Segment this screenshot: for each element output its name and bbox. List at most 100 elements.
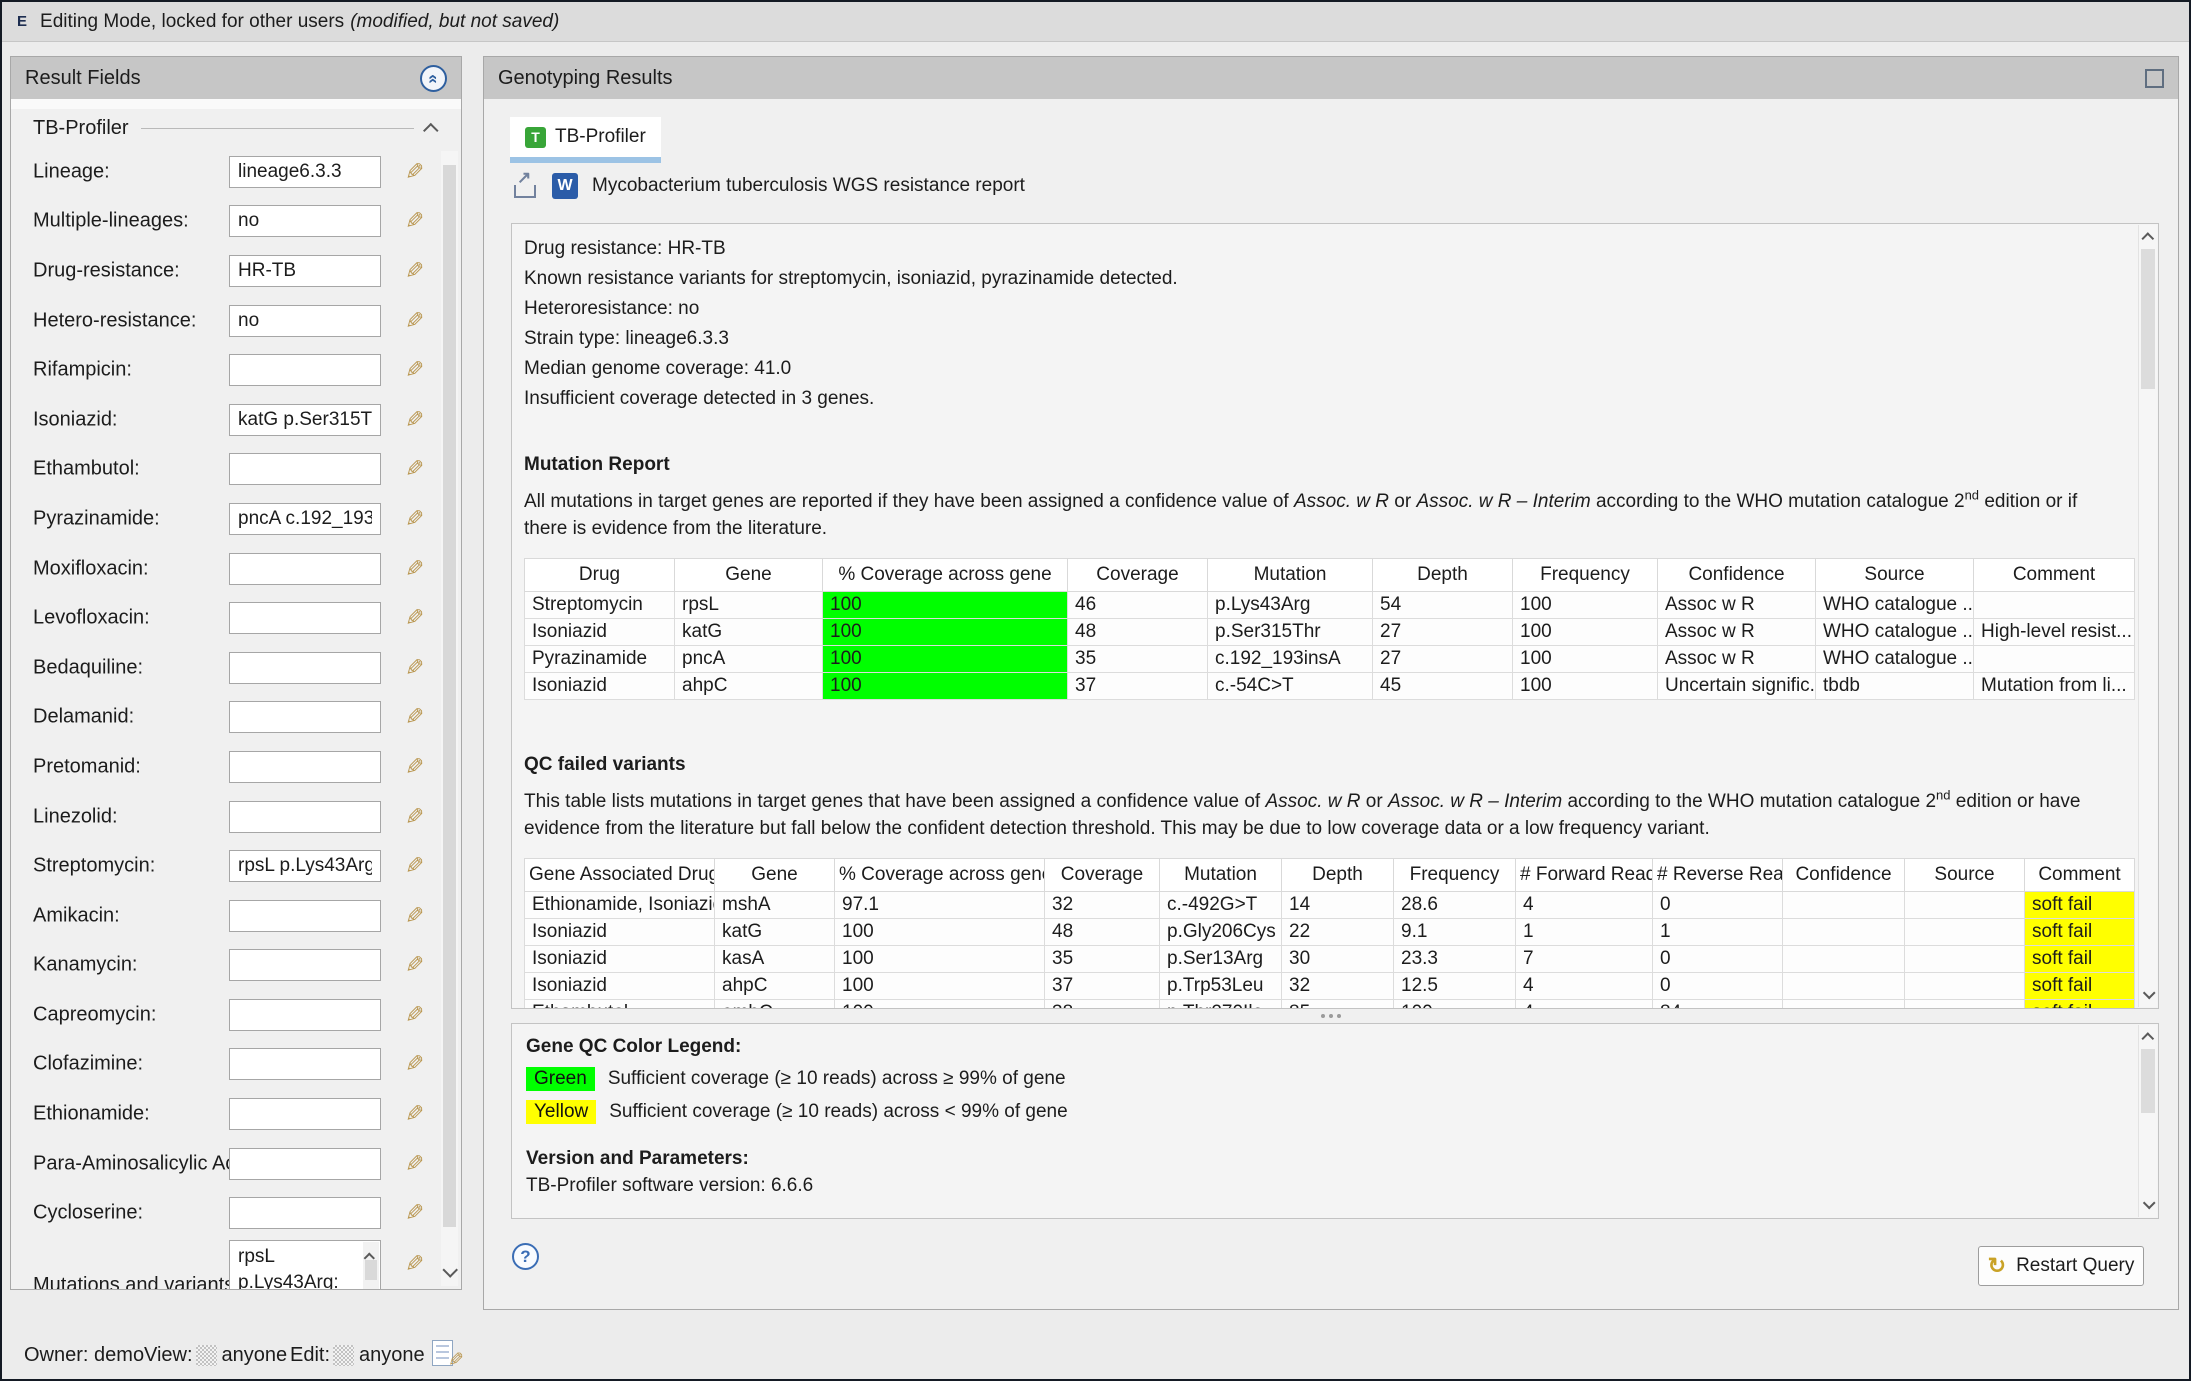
scrollbar-thumb[interactable] <box>2141 249 2155 389</box>
edit-label: Edit: <box>290 1344 330 1367</box>
edit-pencil-icon[interactable]: ✎ <box>405 505 424 532</box>
field-input-ethionamide[interactable] <box>229 1098 381 1130</box>
edit-pencil-icon[interactable]: ✎ <box>405 257 424 284</box>
edit-pencil-icon[interactable]: ✎ <box>405 555 424 582</box>
edit-pencil-icon[interactable]: ✎ <box>405 952 424 979</box>
field-textarea-mutations-and-variants[interactable]: rpsLp.Lys43Arg: <box>229 1240 381 1289</box>
column-header[interactable]: Frequency <box>1394 859 1516 892</box>
column-header[interactable]: Gene <box>675 559 823 592</box>
column-header[interactable]: Source <box>1816 559 1974 592</box>
field-input-capreomycin[interactable] <box>229 999 381 1031</box>
edit-pencil-icon[interactable]: ✎ <box>405 158 424 185</box>
column-header[interactable]: Depth <box>1373 559 1513 592</box>
fields-scrollbar[interactable] <box>441 151 458 1286</box>
chevron-down-icon[interactable] <box>2142 986 2155 999</box>
help-icon[interactable]: ? <box>512 1243 539 1270</box>
column-header[interactable]: % Coverage across gene <box>835 859 1045 892</box>
chevron-up-icon[interactable] <box>2141 232 2154 245</box>
field-input-moxifloxacin[interactable] <box>229 553 381 585</box>
field-input-isoniazid[interactable] <box>229 404 381 436</box>
column-header[interactable]: # Reverse Rea... <box>1653 859 1783 892</box>
scrollbar-thumb[interactable] <box>365 1260 377 1280</box>
report-scrollbar[interactable] <box>2138 225 2157 1007</box>
field-input-drug-resistance[interactable] <box>229 255 381 287</box>
edit-pencil-icon[interactable]: ✎ <box>405 1200 424 1227</box>
column-header[interactable]: # Forward Reads <box>1516 859 1653 892</box>
maximize-icon[interactable] <box>2145 69 2164 88</box>
field-input-para-aminosalicylic-acid[interactable] <box>229 1148 381 1180</box>
edit-pencil-icon[interactable]: ✎ <box>405 307 424 334</box>
column-header[interactable]: Gene Associated Drugs <box>525 859 715 892</box>
field-input-delamanid[interactable] <box>229 701 381 733</box>
column-header[interactable]: Source <box>1905 859 2025 892</box>
edit-pencil-icon[interactable]: ✎ <box>405 902 424 929</box>
edit-pencil-icon[interactable]: ✎ <box>405 1101 424 1128</box>
column-header[interactable]: Coverage <box>1068 559 1208 592</box>
edit-pencil-icon[interactable]: ✎ <box>405 357 424 384</box>
splitter-handle[interactable] <box>484 1011 2178 1021</box>
field-input-kanamycin[interactable] <box>229 949 381 981</box>
edit-pencil-icon[interactable]: ✎ <box>405 1051 424 1078</box>
table-cell: katG <box>715 919 835 946</box>
field-input-cycloserine[interactable] <box>229 1197 381 1229</box>
field-input-pretomanid[interactable] <box>229 751 381 783</box>
column-header[interactable]: Mutation <box>1160 859 1282 892</box>
textarea-scrollbar[interactable] <box>363 1242 379 1289</box>
field-input-amikacin[interactable] <box>229 900 381 932</box>
edit-pencil-icon[interactable]: ✎ <box>405 654 424 681</box>
edit-pencil-icon[interactable]: ✎ <box>405 704 424 731</box>
field-input-clofazimine[interactable] <box>229 1048 381 1080</box>
column-header[interactable]: Drug <box>525 559 675 592</box>
scrollbar-thumb[interactable] <box>2141 1049 2155 1113</box>
results-table: Gene Associated DrugsGene% Coverage acro… <box>524 858 2135 1009</box>
tab-tb-profiler[interactable]: T TB-Profiler <box>510 117 661 157</box>
field-input-pyrazinamide[interactable] <box>229 503 381 535</box>
column-header[interactable]: Confidence <box>1783 859 1905 892</box>
edit-pencil-icon[interactable]: ✎ <box>405 605 424 632</box>
edit-value[interactable]: anyone <box>359 1344 425 1367</box>
table-cell <box>1905 946 2025 973</box>
edit-pencil-icon[interactable]: ✎ <box>405 208 424 235</box>
field-input-rifampicin[interactable] <box>229 354 381 386</box>
column-header[interactable]: Gene <box>715 859 835 892</box>
edit-pencil-icon[interactable]: ✎ <box>405 753 424 780</box>
edit-pencil-icon[interactable]: ✎ <box>405 1251 424 1278</box>
field-input-streptomycin[interactable] <box>229 850 381 882</box>
column-header[interactable]: Mutation <box>1208 559 1373 592</box>
column-header[interactable]: Frequency <box>1513 559 1658 592</box>
field-input-lineage[interactable] <box>229 156 381 188</box>
column-header[interactable]: Confidence <box>1658 559 1816 592</box>
view-value[interactable]: anyone <box>222 1344 288 1367</box>
scrollbar-thumb[interactable] <box>443 165 456 1227</box>
column-header[interactable]: Coverage <box>1045 859 1160 892</box>
chevron-down-icon[interactable] <box>2142 1196 2155 1209</box>
table-cell: 35 <box>1068 646 1208 673</box>
column-header[interactable]: Comment <box>2025 859 2135 892</box>
edit-permissions-icon[interactable]: ✎ <box>432 1340 462 1370</box>
edit-pencil-icon[interactable]: ✎ <box>405 406 424 433</box>
edit-pencil-icon[interactable]: ✎ <box>405 853 424 880</box>
legend-scrollbar[interactable] <box>2138 1025 2157 1217</box>
edit-pencil-icon[interactable]: ✎ <box>405 803 424 830</box>
chevron-down-icon[interactable] <box>442 1262 458 1278</box>
edit-pencil-icon[interactable]: ✎ <box>405 1001 424 1028</box>
column-header[interactable]: % Coverage across gene <box>823 559 1068 592</box>
column-header[interactable]: Comment <box>1974 559 2135 592</box>
collapse-panel-icon[interactable]: « <box>420 65 447 92</box>
column-header[interactable]: Depth <box>1282 859 1394 892</box>
restart-query-button[interactable]: ↻ Restart Query <box>1978 1246 2144 1286</box>
field-input-levofloxacin[interactable] <box>229 602 381 634</box>
edit-pencil-icon[interactable]: ✎ <box>405 456 424 483</box>
results-table: DrugGene% Coverage across geneCoverageMu… <box>524 558 2135 700</box>
report-link-row[interactable]: ↗ W Mycobacterium tuberculosis WGS resis… <box>512 171 1025 201</box>
field-input-linezolid[interactable] <box>229 801 381 833</box>
edit-pencil-icon[interactable]: ✎ <box>405 1150 424 1177</box>
field-input-multiple-lineages[interactable] <box>229 205 381 237</box>
chevron-up-icon[interactable] <box>423 122 439 138</box>
report-summary-line: Heteroresistance: no <box>524 298 2118 328</box>
field-input-hetero-resistance[interactable] <box>229 305 381 337</box>
export-report-icon[interactable]: ↗ <box>512 173 538 199</box>
field-input-bedaquiline[interactable] <box>229 652 381 684</box>
field-input-ethambutol[interactable] <box>229 453 381 485</box>
chevron-up-icon[interactable] <box>2141 1032 2154 1045</box>
